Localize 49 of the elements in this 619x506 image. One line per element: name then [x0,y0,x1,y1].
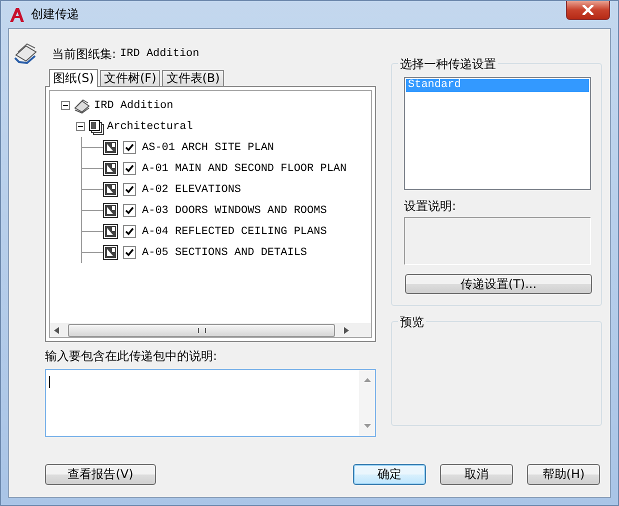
scroll-right-icon[interactable] [343,326,349,334]
tab[interactable]: 图纸(S) [49,69,98,87]
tree-item[interactable]: A-01 MAIN AND SECOND FLOOR PLAN [142,162,347,174]
collapse-icon[interactable] [76,122,85,131]
notes-label: 输入要包含在此传递包中的说明: [45,348,218,365]
description-label: 设置说明: [404,198,458,215]
checkbox[interactable] [123,162,136,175]
scroll-down-icon[interactable] [364,424,370,428]
checkbox[interactable] [123,204,136,217]
tree-item[interactable]: A-05 SECTIONS AND DETAILS [142,246,308,258]
tab[interactable]: 文件表(B) [162,70,224,86]
checkbox[interactable] [123,246,136,259]
tree-item[interactable]: AS-01 ARCH SITE PLAN [142,142,274,154]
sheet-icon [103,182,118,197]
sheet-set-name: IRD Addition [120,48,200,60]
tree-item[interactable]: A-03 DOORS WINDOWS AND ROOMS [142,204,327,216]
sheet-icon [103,203,118,218]
sheet-set-icon [73,98,91,114]
sheet-icon [103,140,118,155]
app-logo-icon [9,6,25,22]
sheet-stack-icon [88,118,104,134]
dialog-button[interactable]: 查看报告(V) [45,464,156,485]
tree-item[interactable]: A-02 ELEVATIONS [142,184,242,196]
tree-item[interactable]: IRD Addition [94,100,174,112]
window-title: 创建传递 [31,6,79,23]
close-icon[interactable] [582,5,594,15]
group-title: 预览 [398,314,426,331]
checkbox[interactable] [123,141,136,154]
sheet-icon [103,245,118,260]
group-title: 选择一种传递设置 [398,56,498,73]
checkbox[interactable] [123,183,136,196]
close-button[interactable] [566,1,610,20]
checkbox[interactable] [123,225,136,238]
collapse-icon[interactable] [61,101,70,110]
tree-item[interactable]: A-04 REFLECTED CEILING PLANS [142,226,327,238]
horizontal-scrollbar[interactable] [49,323,372,338]
dialog-button[interactable]: 帮助(H) [527,464,600,485]
sheet-icon [103,161,118,176]
notes-field[interactable] [45,369,376,437]
scroll-up-icon[interactable] [364,378,370,382]
tab[interactable]: 文件树(F) [100,70,160,86]
sheet-set-label: 当前图纸集: [52,46,116,62]
setup-button[interactable]: 传递设置(T)... [405,274,592,294]
dialog-button[interactable]: 确定 [353,464,426,485]
sheet-icon [103,224,118,239]
sheet-set-icon [13,41,39,67]
scroll-left-icon[interactable] [54,326,60,334]
dialog-button[interactable]: 取消 [440,464,513,485]
tree-item[interactable]: Architectural [107,120,193,132]
